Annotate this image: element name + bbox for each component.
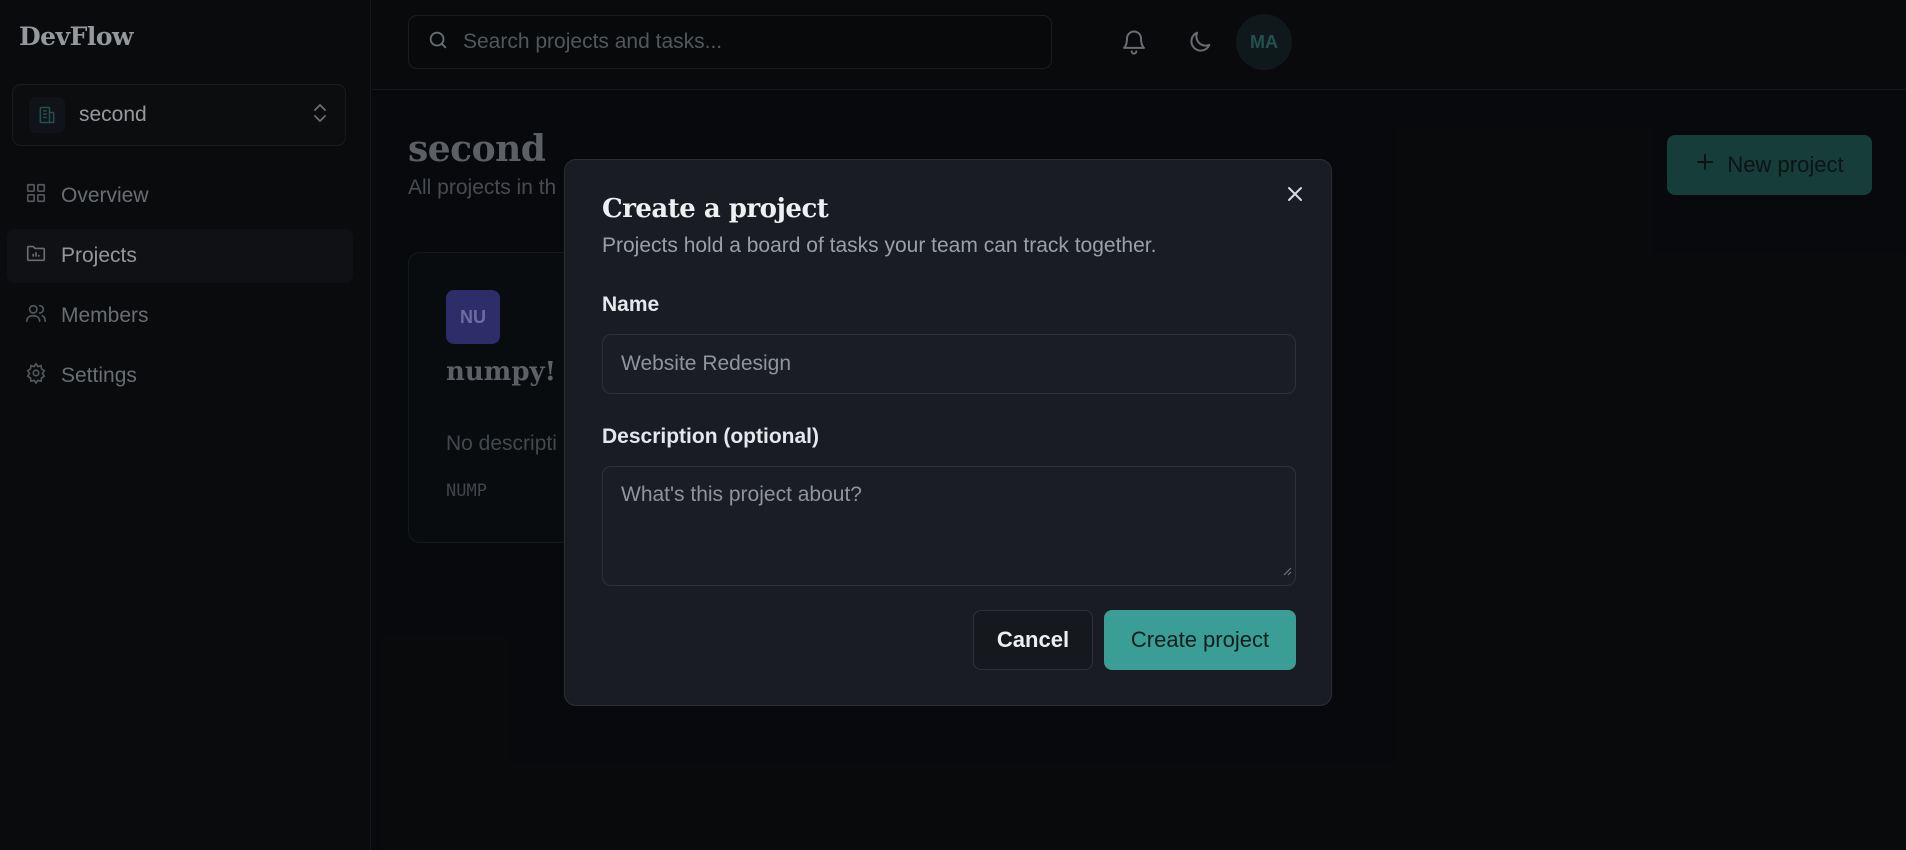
- project-name-field[interactable]: Website Redesign: [602, 334, 1296, 394]
- project-description-field[interactable]: What's this project about?: [602, 466, 1296, 586]
- create-project-dialog: Create a project Projects hold a board o…: [564, 159, 1332, 706]
- dialog-title: Create a project: [602, 194, 829, 224]
- close-button[interactable]: [1281, 182, 1309, 210]
- name-label: Name: [602, 293, 660, 316]
- description-placeholder: What's this project about?: [621, 483, 862, 506]
- create-project-button[interactable]: Create project: [1104, 610, 1296, 670]
- close-icon: [1286, 185, 1304, 208]
- cancel-button[interactable]: Cancel: [973, 610, 1093, 670]
- description-label: Description (optional): [602, 425, 819, 448]
- name-placeholder: Website Redesign: [621, 352, 792, 375]
- dialog-description: Projects hold a board of tasks your team…: [602, 234, 1157, 257]
- resize-handle-icon[interactable]: [1282, 558, 1292, 582]
